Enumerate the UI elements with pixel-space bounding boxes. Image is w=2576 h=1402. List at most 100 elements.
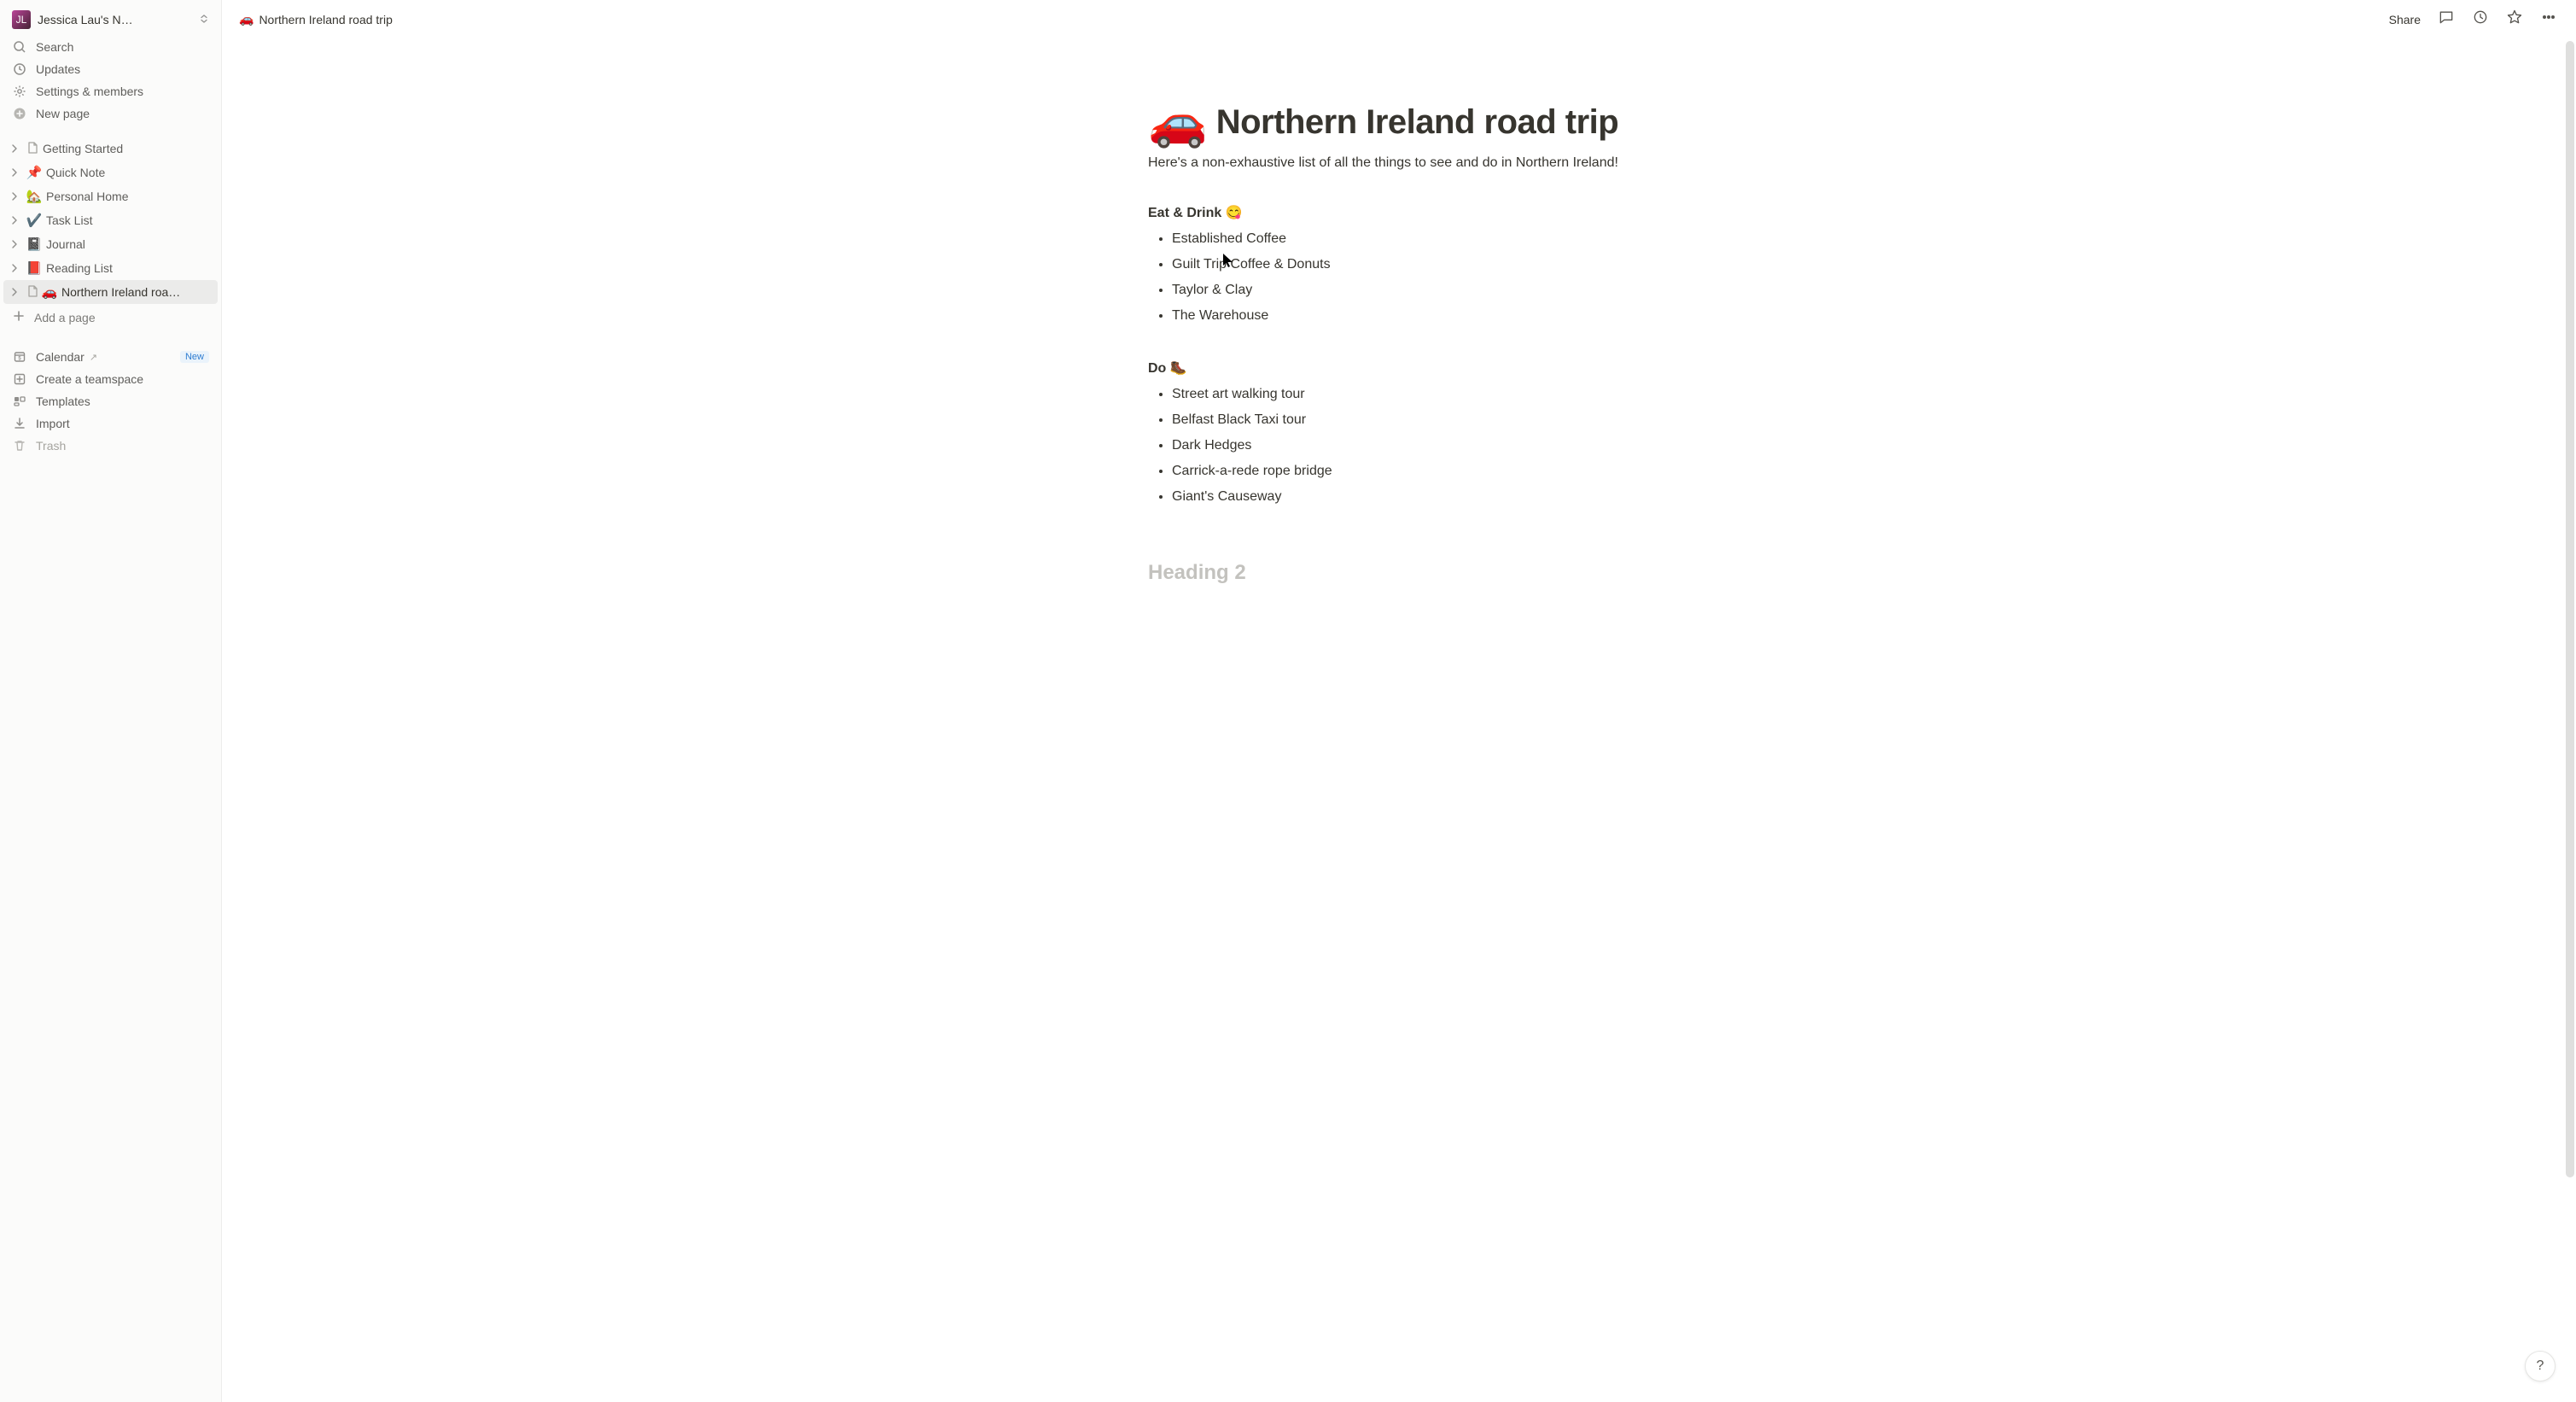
list-item[interactable]: Dark Hedges [1172, 433, 1650, 459]
breadcrumb-emoji: 🚗 [239, 12, 254, 26]
main-area: 🚗 Northern Ireland road trip Share 🚗 [222, 0, 2576, 1402]
chevron-right-icon[interactable] [7, 237, 22, 252]
comments-button[interactable] [2431, 5, 2462, 33]
help-button[interactable]: ? [2525, 1351, 2556, 1382]
add-page-label: Add a page [34, 311, 96, 324]
nav-new-page[interactable]: New page [3, 102, 218, 125]
page-label: Quick Note [46, 166, 213, 179]
workspace-switcher[interactable]: JL Jessica Lau's N… [3, 5, 218, 34]
nav-label: Settings & members [36, 85, 143, 98]
list-item[interactable]: Belfast Black Taxi tour [1172, 407, 1650, 433]
calendar-icon: 5 [12, 349, 27, 365]
tool-label: Templates [36, 394, 90, 408]
nav-label: Search [36, 40, 73, 54]
page-emoji-icon: 📓 [26, 237, 43, 252]
share-button[interactable]: Share [2382, 9, 2427, 30]
tool-label: Calendar [36, 350, 85, 364]
tool-calendar[interactable]: 5 Calendar ↗ New [3, 346, 218, 368]
nav-updates[interactable]: Updates [3, 58, 218, 80]
nav-label: Updates [36, 62, 80, 76]
sidebar-page-item[interactable]: 📓Journal [3, 232, 218, 256]
gear-icon [12, 84, 27, 99]
page-title[interactable]: Northern Ireland road trip [1216, 103, 1619, 142]
sidebar: JL Jessica Lau's N… Search Updates Setti… [0, 0, 222, 1402]
sidebar-page-item[interactable]: Getting Started [3, 137, 218, 161]
page-label: Getting Started [43, 142, 213, 155]
page-label: Task List [46, 213, 213, 227]
breadcrumb-label: Northern Ireland road trip [259, 13, 392, 26]
list-item[interactable]: Carrick-a-rede rope bridge [1172, 459, 1650, 484]
clock-icon [12, 61, 27, 77]
document-icon [26, 284, 39, 301]
scrollbar-thumb[interactable] [2566, 41, 2574, 1177]
page-emoji-icon: 🏡 [26, 189, 43, 204]
page-emoji-icon: 📌 [26, 165, 43, 180]
document-icon [26, 141, 39, 157]
tool-templates[interactable]: Templates [3, 390, 218, 412]
tool-label: Create a teamspace [36, 372, 143, 386]
bullet-list: Established CoffeeGuilt Trip Coffee & Do… [1148, 226, 1650, 329]
page-emoji-icon: 🚗 [41, 284, 58, 300]
star-icon [2506, 9, 2523, 30]
search-icon [12, 39, 27, 55]
chevron-right-icon[interactable] [7, 165, 22, 180]
tool-trash[interactable]: Trash [3, 435, 218, 457]
tool-teamspace[interactable]: Create a teamspace [3, 368, 218, 390]
page-label: Northern Ireland roa… [61, 285, 213, 299]
favorite-button[interactable] [2499, 5, 2530, 33]
more-button[interactable] [2533, 5, 2564, 33]
chevron-right-icon[interactable] [7, 141, 22, 156]
templates-icon [12, 394, 27, 409]
chevron-up-down-icon [199, 13, 209, 26]
page-intro[interactable]: Here's a non-exhaustive list of all the … [1148, 153, 1650, 173]
nav-label: New page [36, 107, 90, 120]
list-item[interactable]: Street art walking tour [1172, 382, 1650, 407]
chevron-right-icon[interactable] [7, 284, 22, 300]
page-label: Reading List [46, 261, 213, 275]
page-emoji[interactable]: 🚗 [1148, 98, 1208, 146]
nav-search[interactable]: Search [3, 36, 218, 58]
teamspace-icon [12, 371, 27, 387]
sidebar-page-item[interactable]: 🏡Personal Home [3, 184, 218, 208]
workspace-name: Jessica Lau's N… [38, 13, 192, 26]
page-emoji-icon: ✔️ [26, 213, 43, 228]
page-label: Personal Home [46, 190, 213, 203]
heading-placeholder[interactable]: Heading 2 [1148, 561, 1650, 585]
add-page-button[interactable]: Add a page [3, 306, 218, 329]
page-content[interactable]: 🚗 Northern Ireland road trip Here's a no… [1066, 38, 1732, 721]
chevron-right-icon[interactable] [7, 189, 22, 204]
sidebar-page-item[interactable]: ✔️Task List [3, 208, 218, 232]
list-item[interactable]: Giant's Causeway [1172, 484, 1650, 510]
section-heading[interactable]: Do 🥾 [1148, 359, 1650, 377]
content-scroll[interactable]: 🚗 Northern Ireland road trip Here's a no… [222, 38, 2576, 1402]
dots-horizontal-icon [2540, 9, 2557, 30]
clock-icon [2472, 9, 2489, 30]
bullet-list: Street art walking tourBelfast Black Tax… [1148, 382, 1650, 510]
section-heading[interactable]: Eat & Drink 😋 [1148, 204, 1650, 221]
sidebar-page-item[interactable]: 🚗Northern Ireland roa… [3, 280, 218, 304]
trash-icon [12, 438, 27, 453]
plus-circle-icon [12, 106, 27, 121]
sidebar-page-item[interactable]: 📕Reading List [3, 256, 218, 280]
new-badge: New [180, 351, 209, 363]
speech-bubble-icon [2438, 9, 2455, 30]
question-icon: ? [2537, 1358, 2544, 1374]
external-link-icon: ↗ [90, 352, 97, 363]
list-item[interactable]: The Warehouse [1172, 303, 1650, 329]
chevron-right-icon[interactable] [7, 260, 22, 276]
chevron-right-icon[interactable] [7, 213, 22, 228]
tool-label: Import [36, 417, 70, 430]
nav-settings[interactable]: Settings & members [3, 80, 218, 102]
list-item[interactable]: Established Coffee [1172, 226, 1650, 252]
scrollbar[interactable] [2566, 41, 2574, 1393]
sidebar-page-item[interactable]: 📌Quick Note [3, 161, 218, 184]
breadcrumb[interactable]: 🚗 Northern Ireland road trip [234, 9, 398, 30]
list-item[interactable]: Guilt Trip Coffee & Donuts [1172, 252, 1650, 277]
page-label: Journal [46, 237, 213, 251]
tool-import[interactable]: Import [3, 412, 218, 435]
tool-label: Trash [36, 439, 66, 453]
plus-icon [12, 309, 26, 325]
avatar: JL [12, 10, 31, 29]
list-item[interactable]: Taylor & Clay [1172, 277, 1650, 303]
history-button[interactable] [2465, 5, 2496, 33]
